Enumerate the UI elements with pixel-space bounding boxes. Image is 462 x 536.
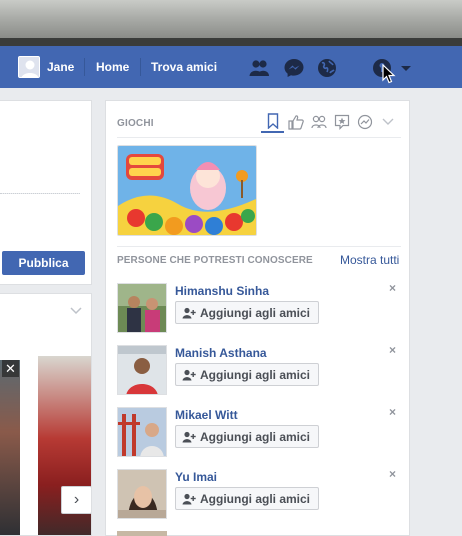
candy-crush-saga-thumbnail[interactable] [117,145,257,236]
mouse-cursor-icon [382,63,396,89]
user-avatar[interactable] [18,56,40,78]
suggestion-item: Mikael Witt Aggiungi agli amici × [117,405,402,461]
home-link[interactable]: Home [96,60,129,74]
notifications-globe-icon[interactable] [316,57,338,79]
nav-divider [84,58,85,76]
carousel-next-button[interactable]: › [61,486,91,514]
dismiss-icon[interactable]: × [389,281,396,295]
avatar[interactable] [117,531,167,536]
post-composer: Pubblica [0,100,92,285]
add-friend-button[interactable]: Aggiungi agli amici [175,301,320,324]
composer-divider [0,193,80,194]
publish-button[interactable]: Pubblica [2,251,85,275]
section-divider [117,137,401,138]
avatar[interactable] [117,283,167,333]
chevron-down-icon[interactable] [70,304,82,318]
close-icon[interactable]: ✕ [2,360,19,377]
desktop-backdrop [0,0,462,46]
games-section-title: GIOCHI [117,118,154,129]
friend-requests-icon[interactable] [248,57,270,79]
add-friend-button[interactable]: Aggiungi agli amici [175,363,320,386]
suggestion-name[interactable]: Manish Asthana [175,346,267,360]
add-friend-icon [182,431,196,442]
find-friends-link[interactable]: Trova amici [151,60,217,74]
dismiss-icon[interactable]: × [389,343,396,357]
feed-photo[interactable] [0,360,20,535]
nav-divider [140,58,141,76]
suggestion-item: Manish Asthana Aggiungi agli amici × [117,343,402,399]
suggestion-item: Yu Imai Aggiungi agli amici × [117,467,402,523]
like-icon[interactable] [284,111,307,133]
games-tab-icons [261,111,399,133]
dismiss-icon[interactable]: × [389,467,396,481]
friends-icon[interactable] [307,111,330,133]
add-friend-icon [182,493,196,504]
add-friend-label: Aggiungi agli amici [200,305,311,320]
chevron-down-icon[interactable] [376,111,399,133]
suggestion-item: Himanshu Sinha Aggiungi agli amici × [117,281,402,337]
star-speech-icon[interactable] [330,111,353,133]
section-divider [117,246,401,247]
add-friend-icon [182,307,196,318]
profile-link[interactable]: Jane [47,60,74,74]
people-you-may-know-title: PERSONE CHE POTRESTI CONOSCERE [117,255,313,266]
see-all-link[interactable]: Mostra tutti [340,253,399,267]
left-feed-column: Pubblica ✕ › [0,100,92,536]
add-friend-button[interactable]: Aggiungi agli amici [175,487,320,510]
add-friend-label: Aggiungi agli amici [200,491,311,506]
add-friend-icon [182,369,196,380]
suggestion-name[interactable]: Yu Imai [175,470,217,484]
activity-icon[interactable] [353,111,376,133]
right-sidebar: GIOCHI PERSONE CHE POTRESTI CONOSCERE Mo… [105,100,410,536]
account-menu-chevron-icon[interactable] [399,57,413,79]
facebook-window: Jane Home Trova amici Pubblica ✕ › GIOCH… [0,0,462,536]
add-friend-button[interactable]: Aggiungi agli amici [175,425,320,448]
avatar[interactable] [117,469,167,519]
bookmark-icon[interactable] [261,111,284,133]
suggestion-name[interactable]: Mikael Witt [175,408,238,422]
avatar[interactable] [117,407,167,457]
avatar[interactable] [117,345,167,395]
dismiss-icon[interactable]: × [389,405,396,419]
messenger-icon[interactable] [283,57,305,79]
feed-story-card: ✕ › [0,293,92,536]
suggestion-name[interactable]: Himanshu Sinha [175,284,269,298]
add-friend-label: Aggiungi agli amici [200,367,311,382]
add-friend-label: Aggiungi agli amici [200,429,311,444]
